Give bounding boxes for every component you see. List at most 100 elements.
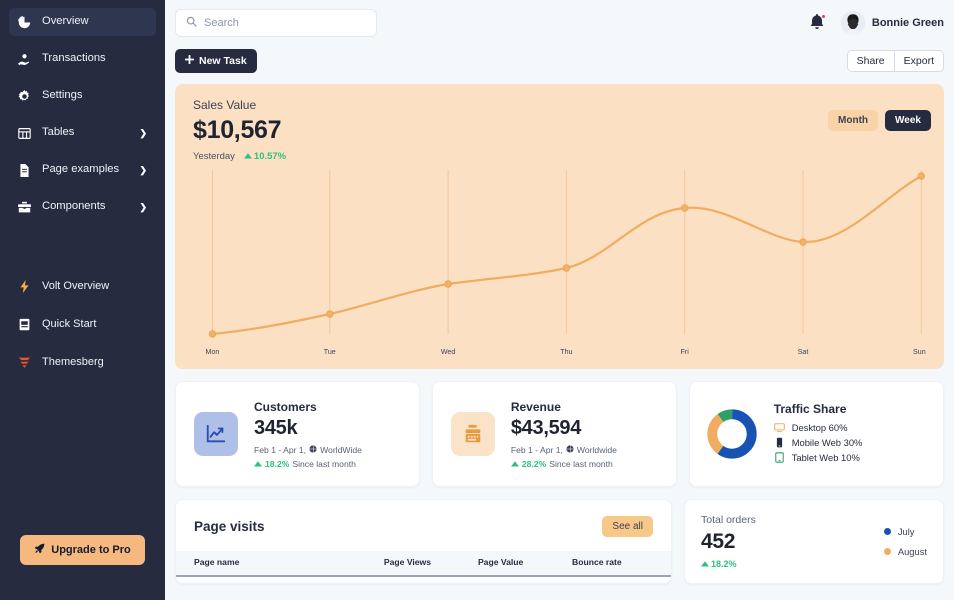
legend-label: August (898, 546, 927, 557)
book-icon (18, 318, 31, 331)
total-orders-title: Total orders (701, 514, 756, 526)
globe-icon (566, 445, 574, 455)
traffic-item-mobile: Mobile Web 30% (774, 437, 927, 448)
sidebar-item-page-examples[interactable]: Page examples ❯ (9, 156, 156, 184)
revenue-range: Feb 1 - Apr 1, Worldwide (511, 445, 658, 455)
customers-delta-value: 18.2% (265, 459, 289, 469)
sidebar-item-quick-start[interactable]: Quick Start (9, 310, 156, 338)
column-header-page-value[interactable]: Page Value (478, 551, 572, 576)
chart-gridlines (212, 170, 921, 334)
revenue-value: $43,594 (511, 417, 658, 440)
search-input[interactable] (204, 17, 366, 29)
sales-card-subtitle: Yesterday 10.57% (193, 151, 926, 162)
arrow-up-icon (254, 459, 262, 469)
dashboard-root: Overview Transactions Settings Tables ❯ (0, 0, 954, 600)
sidebar-item-tables[interactable]: Tables ❯ (9, 119, 156, 147)
revenue-range-text: Feb 1 - Apr 1, (511, 445, 563, 455)
globe-icon (309, 445, 317, 455)
sidebar-item-label: Quick Start (42, 319, 147, 330)
total-orders-delta: 18.2% (701, 559, 756, 569)
sidebar-item-components[interactable]: Components ❯ (9, 193, 156, 221)
legend-item-july: July (884, 526, 927, 537)
revenue-body: Revenue $43,594 Feb 1 - Apr 1, Worldwide (511, 400, 658, 469)
cash-register-icon (451, 412, 495, 456)
tablet-icon (774, 452, 785, 463)
page-visits-header: Page visits See all (176, 500, 671, 551)
sidebar-item-transactions[interactable]: Transactions (9, 45, 156, 73)
total-orders-card: Total orders 452 18.2% July (684, 499, 944, 584)
sidebar-item-label: Settings (42, 90, 147, 101)
top-bar: Bonnie Green (175, 9, 944, 37)
total-orders-legend: July August (884, 514, 927, 557)
themesberg-logo-icon (18, 356, 31, 369)
sidebar-item-volt-overview[interactable]: Volt Overview (9, 272, 156, 300)
revenue-title: Revenue (511, 400, 658, 414)
sales-period-label: Yesterday (193, 151, 235, 162)
desktop-icon (774, 422, 785, 433)
search-icon (186, 14, 197, 32)
lightning-bolt-icon (18, 280, 31, 293)
export-button[interactable]: Export (894, 51, 943, 71)
x-tick-label: Fri (681, 348, 690, 356)
sales-value-card: Sales Value $10,567 Yesterday 10.57% Mon… (175, 84, 944, 369)
traffic-share-card: Traffic Share Desktop 60% Mobile Web 30% (689, 381, 944, 487)
chart-up-icon (194, 412, 238, 456)
revenue-delta: 28.2% Since last month (511, 459, 658, 469)
sidebar-item-label: Themesberg (42, 357, 147, 368)
traffic-item-label: Mobile Web 30% (792, 437, 863, 448)
customers-delta: 18.2% Since last month (254, 459, 401, 469)
traffic-share-title: Traffic Share (774, 402, 927, 416)
revenue-scope: Worldwide (577, 445, 617, 455)
revenue-card: Revenue $43,594 Feb 1 - Apr 1, Worldwide (432, 381, 677, 487)
share-button[interactable]: Share (848, 51, 894, 71)
column-header-bounce-rate[interactable]: Bounce rate (572, 551, 671, 576)
sidebar-item-themesberg[interactable]: Themesberg (9, 348, 156, 376)
chevron-right-icon: ❯ (139, 203, 147, 212)
table-icon (18, 127, 31, 140)
column-header-page-name[interactable]: Page name (176, 551, 384, 576)
gear-icon (18, 90, 31, 103)
see-all-button[interactable]: See all (602, 516, 653, 537)
x-tick-label: Sun (913, 348, 926, 356)
traffic-item-desktop: Desktop 60% (774, 422, 927, 433)
revenue-delta-value: 28.2% (522, 459, 546, 469)
column-header-page-views[interactable]: Page Views (384, 551, 478, 576)
chart-points (209, 173, 924, 337)
sales-card-title: Sales Value (193, 98, 926, 112)
hand-coin-icon (18, 53, 31, 66)
chevron-right-icon: ❯ (139, 129, 147, 138)
sidebar-item-settings[interactable]: Settings (9, 82, 156, 110)
notifications-button[interactable] (809, 14, 825, 32)
sidebar-spacer (0, 230, 165, 272)
total-orders-value: 452 (701, 530, 756, 554)
sidebar-item-label: Tables (42, 127, 128, 138)
table-header-row: Page name Page Views Page Value Bounce r… (176, 551, 671, 576)
legend-item-august: August (884, 546, 927, 557)
legend-label: July (898, 526, 915, 537)
upgrade-label: Upgrade to Pro (51, 544, 130, 556)
new-task-label: New Task (199, 55, 247, 67)
x-tick-label: Thu (560, 348, 572, 356)
upgrade-to-pro-button[interactable]: Upgrade to Pro (20, 535, 144, 565)
week-toggle-button[interactable]: Week (885, 110, 931, 131)
sidebar-item-label: Transactions (42, 53, 147, 64)
legend-dot-icon (884, 548, 891, 555)
notification-badge (821, 14, 826, 19)
search-box[interactable] (175, 9, 377, 37)
customers-value: 345k (254, 417, 401, 440)
customers-title: Customers (254, 400, 401, 414)
main-content: Bonnie Green New Task Share Export Sales… (165, 0, 954, 600)
user-menu[interactable]: Bonnie Green (841, 11, 944, 35)
chart-x-axis-labels: Mon Tue Wed Thu Fri Sat Sun (206, 348, 926, 356)
mobile-icon (774, 437, 785, 448)
sidebar-item-overview[interactable]: Overview (9, 8, 156, 36)
plus-icon (185, 55, 194, 67)
sales-card-header: Sales Value $10,567 Yesterday 10.57% Mon… (175, 84, 944, 162)
month-toggle-button[interactable]: Month (828, 110, 878, 131)
customers-range: Feb 1 - Apr 1, WorldWide (254, 445, 401, 455)
new-task-button[interactable]: New Task (175, 49, 257, 73)
x-tick-label: Sat (798, 348, 809, 356)
sales-change: 10.57% (244, 151, 286, 162)
page-visits-table: Page name Page Views Page Value Bounce r… (176, 551, 671, 577)
sidebar-item-label: Overview (42, 16, 147, 27)
